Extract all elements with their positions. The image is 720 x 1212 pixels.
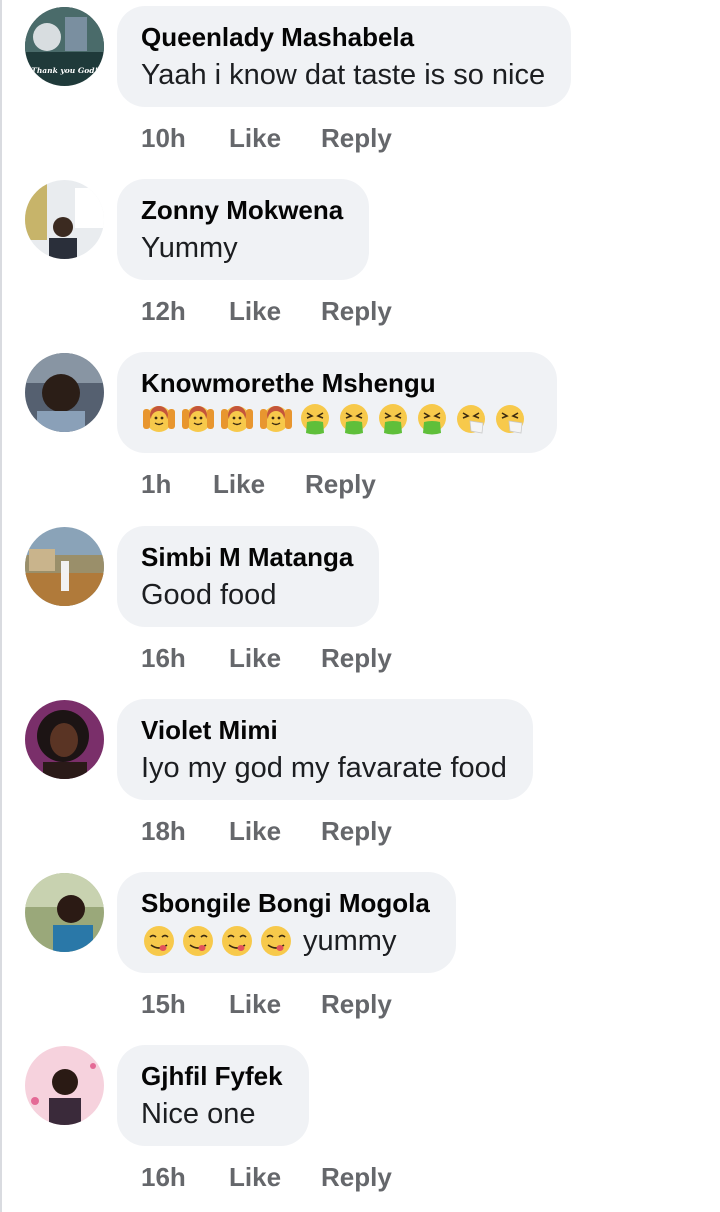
comment-author[interactable]: Gjhfil Fyfek — [141, 1061, 283, 1091]
comment-author[interactable]: Knowmorethe Mshengu — [141, 368, 531, 398]
like-button[interactable]: Like — [229, 123, 281, 154]
like-button[interactable]: Like — [229, 989, 281, 1020]
reply-button[interactable]: Reply — [321, 643, 392, 674]
comment-time[interactable]: 18h — [141, 816, 189, 847]
comment-actions: 15h Like Reply — [141, 984, 392, 1024]
comment-text: Good food — [141, 579, 277, 611]
like-button[interactable]: Like — [229, 1162, 281, 1193]
reply-button[interactable]: Reply — [321, 1162, 392, 1193]
avatar[interactable]: Thank you God! — [25, 7, 104, 86]
comment-actions: 10h Like Reply — [141, 118, 392, 158]
comment-item: Gjhfil Fyfek Nice one 16h Like Reply — [0, 1039, 720, 1212]
face-palms-up-emoji — [180, 401, 216, 437]
reply-button[interactable]: Reply — [321, 296, 392, 327]
vomiting-face-emoji — [297, 401, 333, 437]
comment-text: yummy — [141, 921, 430, 961]
vomiting-face-emoji — [336, 401, 372, 437]
like-button[interactable]: Like — [229, 643, 281, 674]
comment-bubble: Simbi M Matanga Good food — [117, 526, 380, 627]
avatar[interactable] — [25, 873, 104, 952]
reply-button[interactable]: Reply — [321, 989, 392, 1020]
vomiting-face-emoji — [414, 401, 450, 437]
avatar[interactable] — [25, 700, 104, 779]
comment-text: Yummy — [141, 232, 238, 264]
savoring-food-emoji — [180, 923, 216, 959]
comment-time[interactable]: 16h — [141, 1162, 189, 1193]
savoring-food-emoji — [141, 923, 177, 959]
avatar[interactable] — [25, 180, 104, 259]
face-palms-up-emoji — [141, 401, 177, 437]
avatar[interactable] — [25, 353, 104, 432]
comment-actions: 16h Like Reply — [141, 1157, 392, 1197]
comment-bubble: Knowmorethe Mshengu — [117, 352, 557, 453]
comment-author[interactable]: Zonny Mokwena — [141, 195, 343, 225]
reply-button[interactable]: Reply — [321, 123, 392, 154]
face-palms-up-emoji — [258, 401, 294, 437]
comment-actions: 1h Like Reply — [141, 464, 376, 504]
comment-bubble: Sbongile Bongi Mogola yummy — [117, 872, 456, 973]
sneezing-face-emoji — [492, 401, 528, 437]
comment-time[interactable]: 16h — [141, 643, 189, 674]
comment-actions: 16h Like Reply — [141, 638, 392, 678]
comment-actions: 12h Like Reply — [141, 291, 392, 331]
reply-button[interactable]: Reply — [321, 816, 392, 847]
comment-time[interactable]: 1h — [141, 469, 173, 500]
comment-item: Knowmorethe Mshengu 1h Like Reply — [0, 346, 720, 519]
vomiting-face-emoji — [375, 401, 411, 437]
like-button[interactable]: Like — [229, 816, 281, 847]
comment-bubble: Violet Mimi Iyo my god my favarate food — [117, 699, 533, 800]
comment-time[interactable]: 15h — [141, 989, 189, 1020]
comment-author[interactable]: Simbi M Matanga — [141, 542, 353, 572]
avatar[interactable] — [25, 1046, 104, 1125]
comment-text: Nice one — [141, 1098, 256, 1130]
comment-author[interactable]: Queenlady Mashabela — [141, 22, 545, 52]
comment-text: Yaah i know dat taste is so nice — [141, 59, 546, 91]
avatar[interactable] — [25, 527, 104, 606]
comment-time[interactable]: 12h — [141, 296, 189, 327]
comment-time[interactable]: 10h — [141, 123, 189, 154]
savoring-food-emoji — [258, 923, 294, 959]
sneezing-face-emoji — [453, 401, 489, 437]
like-button[interactable]: Like — [229, 296, 281, 327]
comment-item: Thank you God! Queenlady Mashabela Yaah … — [0, 0, 720, 173]
comment-item: Violet Mimi Iyo my god my favarate food … — [0, 693, 720, 866]
emoji-row — [141, 401, 531, 437]
comment-bubble: Gjhfil Fyfek Nice one — [117, 1045, 309, 1146]
comment-author[interactable]: Violet Mimi — [141, 715, 507, 745]
comment-item: Sbongile Bongi Mogola yummy 15h Like Rep… — [0, 866, 720, 1039]
reply-button[interactable]: Reply — [305, 469, 376, 500]
comment-text-words: yummy — [303, 925, 397, 957]
comment-bubble: Queenlady Mashabela Yaah i know dat tast… — [117, 6, 572, 107]
comment-author[interactable]: Sbongile Bongi Mogola — [141, 888, 430, 918]
like-button[interactable]: Like — [213, 469, 265, 500]
svg-text:Thank you God!: Thank you God! — [31, 66, 98, 75]
comment-text: Iyo my god my favarate food — [141, 752, 507, 784]
comment-item: Simbi M Matanga Good food 16h Like Reply — [0, 520, 720, 693]
savoring-food-emoji — [219, 923, 255, 959]
comment-bubble: Zonny Mokwena Yummy — [117, 179, 370, 280]
face-palms-up-emoji — [219, 401, 255, 437]
comment-actions: 18h Like Reply — [141, 811, 392, 851]
comment-item: Zonny Mokwena Yummy 12h Like Reply — [0, 173, 720, 346]
